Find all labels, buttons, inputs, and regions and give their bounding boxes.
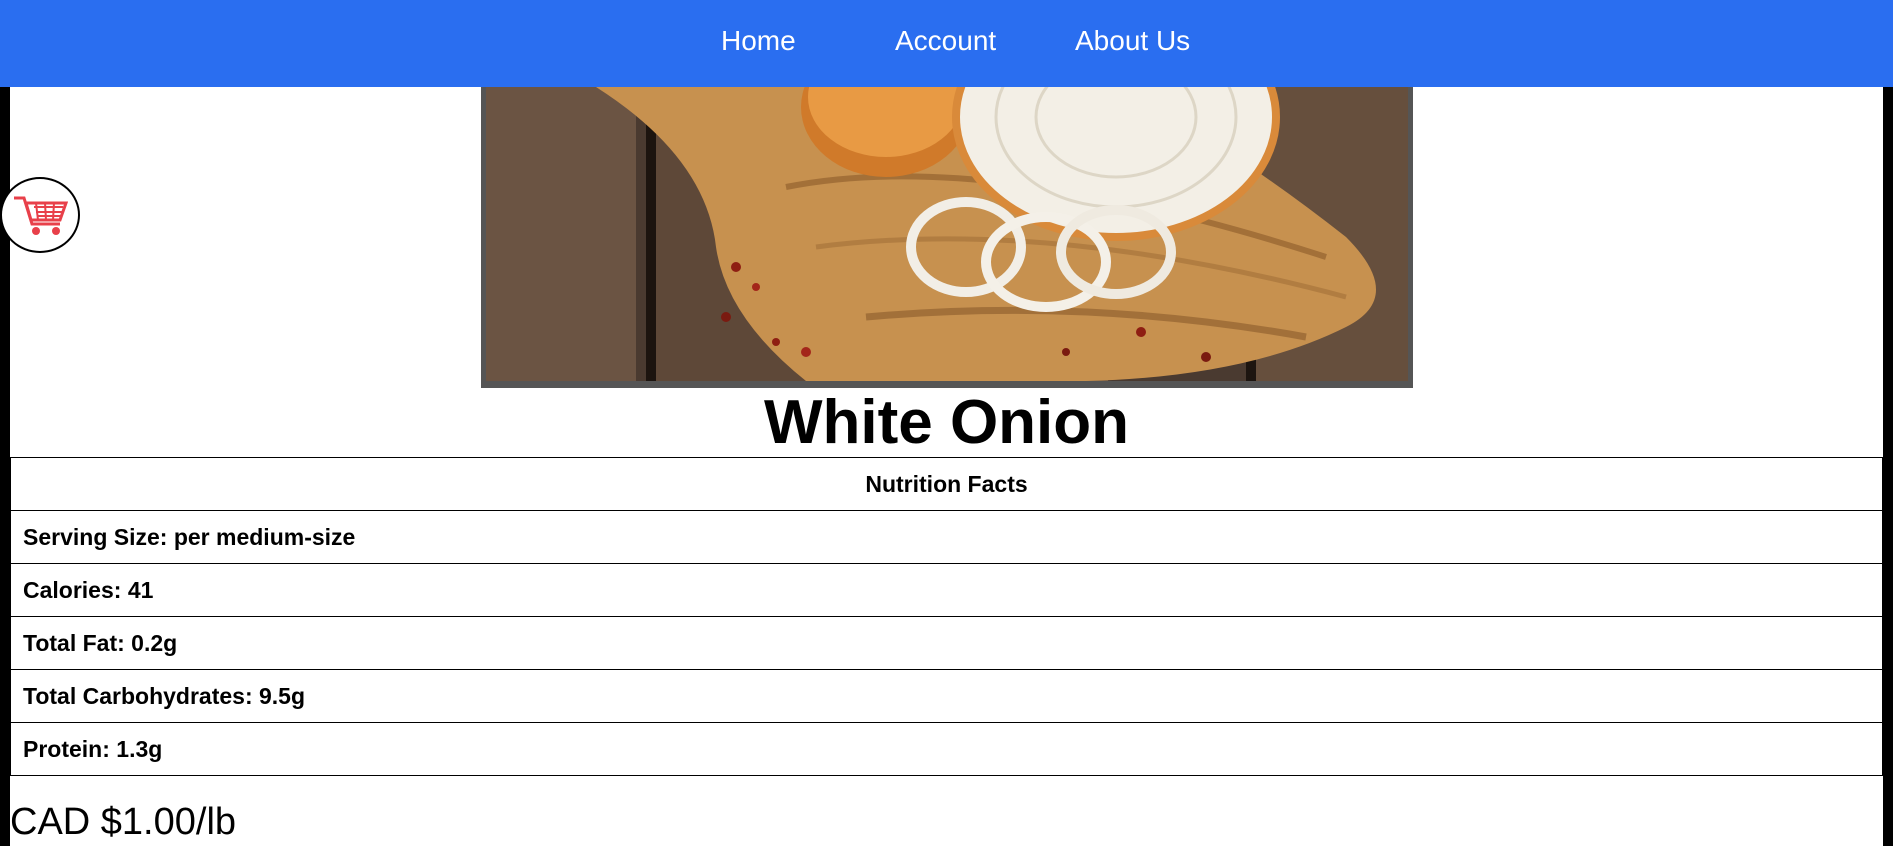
product-image [481,87,1413,388]
total-carbohydrates-cell: Total Carbohydrates: 9.5g [10,669,1883,723]
product-price: CAD $1.00/lb [10,801,237,843]
nutrition-facts-table: Nutrition Facts Serving Size: per medium… [10,457,1883,776]
shopping-cart-icon [14,196,68,235]
nav-account-link[interactable]: Account [895,25,996,57]
nav-home-link[interactable]: Home [721,25,796,57]
table-row: Nutrition Facts [10,457,1883,511]
table-row: Total Fat: 0.2g [10,616,1883,670]
table-row: Serving Size: per medium-size [10,510,1883,564]
total-fat-cell: Total Fat: 0.2g [10,616,1883,670]
product-title: White Onion [763,388,1130,457]
nutrition-facts-heading: Nutrition Facts [10,457,1883,511]
nav-about-us-link[interactable]: About Us [1075,25,1190,57]
protein-cell: Protein: 1.3g [10,722,1883,776]
top-navbar: Home Account About Us [0,0,1893,87]
table-row: Calories: 41 [10,563,1883,617]
table-row: Protein: 1.3g [10,722,1883,776]
calories-cell: Calories: 41 [10,563,1883,617]
shopping-cart-button[interactable] [0,177,80,253]
serving-size-cell: Serving Size: per medium-size [10,510,1883,564]
table-row: Total Carbohydrates: 9.5g [10,669,1883,723]
